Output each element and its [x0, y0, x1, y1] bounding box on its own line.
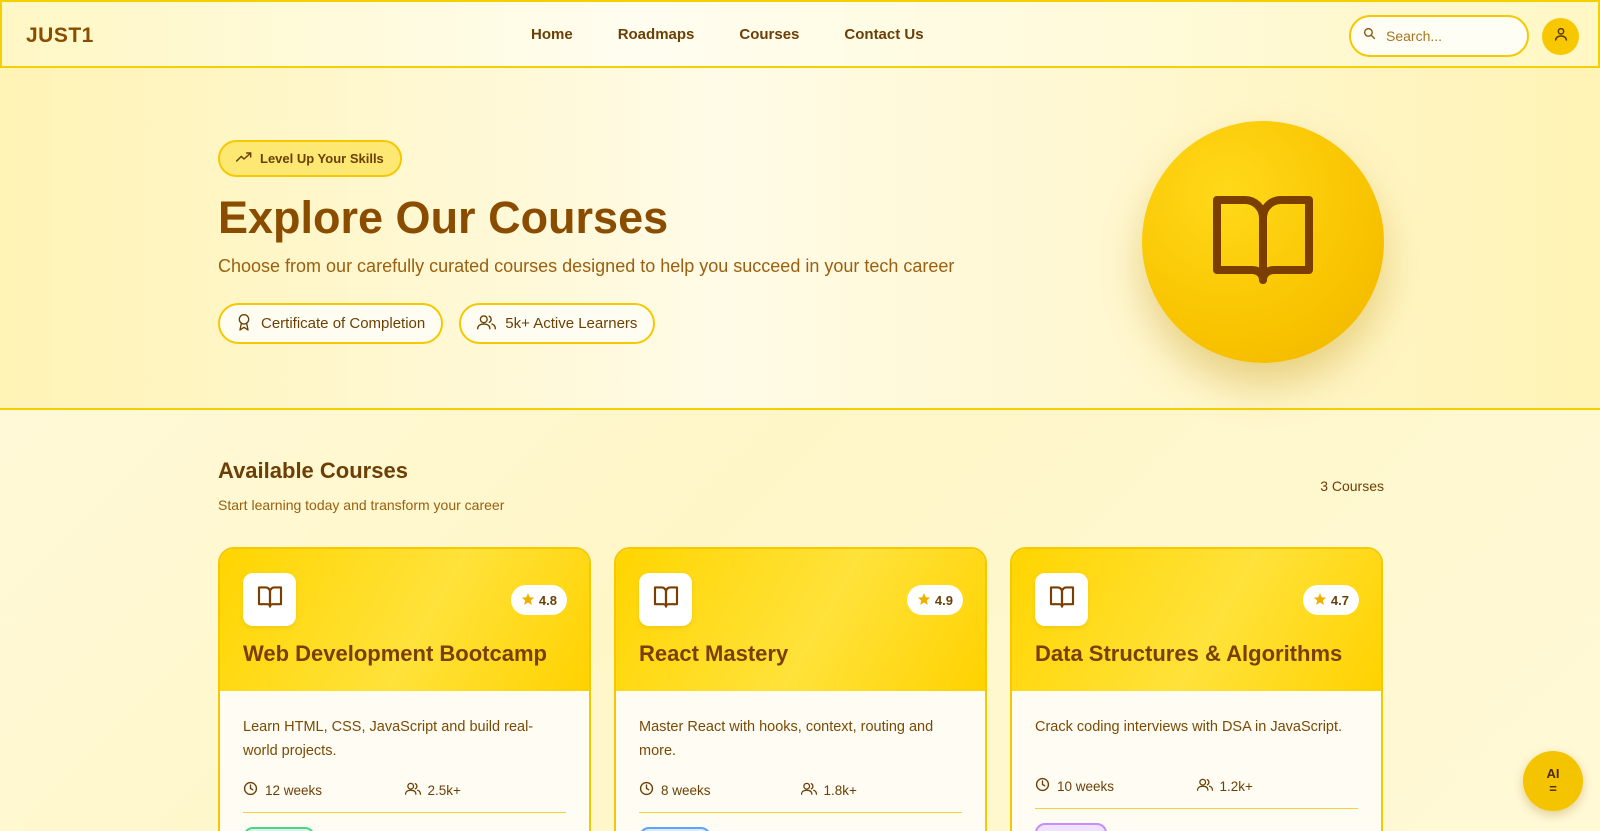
users-icon — [1196, 778, 1220, 794]
learners-count: 1.2k+ — [1219, 778, 1253, 794]
nav-link-roadmaps[interactable]: Roadmaps — [618, 26, 695, 43]
learners-count: 1.8k+ — [823, 782, 857, 798]
course-level-tag — [1035, 823, 1107, 831]
course-duration: 12 weeks — [243, 781, 405, 799]
level-up-pill: Level Up Your Skills — [218, 140, 402, 177]
rating-value: 4.8 — [538, 592, 557, 608]
course-card-header: 4.7 Data Structures & Algorithms — [1012, 549, 1381, 691]
book-icon — [1049, 586, 1075, 613]
duration-label: 10 weeks — [1057, 778, 1115, 794]
course-learners: 1.8k+ — [800, 781, 963, 799]
star-icon — [917, 592, 935, 609]
hero-book-graphic — [1142, 121, 1384, 363]
page-title: Explore Our Courses — [218, 192, 669, 243]
logo[interactable]: JUST1 — [26, 24, 94, 48]
course-card-body: Learn HTML, CSS, JavaScript and build re… — [220, 691, 589, 831]
course-learners: 2.5k+ — [404, 781, 567, 799]
rating-badge: 4.9 — [906, 585, 963, 615]
hero-badges: Certificate of Completion 5k+ Active Lea… — [218, 303, 671, 344]
nav-link-home[interactable]: Home — [531, 26, 573, 43]
course-meta: 12 weeks 2.5k+ — [243, 781, 566, 813]
course-card-header: 4.8 Web Development Bootcamp — [220, 549, 589, 691]
course-title[interactable]: Web Development Bootcamp — [243, 641, 547, 667]
star-icon — [521, 592, 539, 609]
course-description: Master React with hooks, context, routin… — [639, 719, 934, 759]
course-title[interactable]: React Mastery — [639, 641, 788, 667]
course-level-tag — [639, 827, 711, 831]
user-icon — [1553, 26, 1569, 47]
user-avatar-button[interactable] — [1542, 18, 1579, 55]
course-description: Crack coding interviews with DSA in Java… — [1035, 719, 1343, 735]
users-icon — [800, 782, 824, 798]
book-icon — [257, 586, 283, 613]
rating-badge: 4.7 — [1302, 585, 1359, 615]
course-duration: 8 weeks — [639, 781, 801, 799]
course-icon-box — [1035, 573, 1088, 626]
trending-up-icon — [235, 151, 260, 166]
course-card-header: 4.9 React Mastery — [616, 549, 985, 691]
book-icon — [653, 586, 679, 613]
navbar: JUST1 Home Roadmaps Courses Contact Us — [0, 0, 1600, 68]
course-card[interactable]: 4.8 Web Development Bootcamp Learn HTML,… — [218, 547, 591, 831]
learners-count: 2.5k+ — [427, 782, 461, 798]
award-icon — [236, 313, 261, 335]
users-icon — [404, 782, 428, 798]
learners-badge: 5k+ Active Learners — [459, 303, 656, 344]
certificate-label: Certificate of Completion — [261, 315, 426, 332]
course-duration: 10 weeks — [1035, 777, 1197, 795]
duration-label: 8 weeks — [661, 782, 711, 798]
course-title[interactable]: Data Structures & Algorithms — [1035, 641, 1342, 667]
course-learners: 1.2k+ — [1196, 777, 1359, 795]
learners-label: 5k+ Active Learners — [505, 315, 638, 332]
course-meta: 8 weeks 1.8k+ — [639, 781, 962, 813]
hero-section: Level Up Your Skills Explore Our Courses… — [0, 68, 1600, 410]
course-count: 3 Courses — [1320, 478, 1384, 494]
pill-label: Level Up Your Skills — [260, 151, 384, 166]
search-input[interactable] — [1386, 28, 1506, 44]
course-card-body: Master React with hooks, context, routin… — [616, 691, 985, 831]
certificate-badge: Certificate of Completion — [218, 303, 444, 344]
clock-icon — [1035, 777, 1057, 795]
nav-links: Home Roadmaps Courses Contact Us — [531, 26, 969, 43]
ai-label: AI — [1546, 766, 1560, 781]
users-icon — [477, 314, 505, 334]
course-icon-box — [639, 573, 692, 626]
clock-icon — [639, 781, 661, 799]
clock-icon — [243, 781, 265, 799]
course-meta: 10 weeks 1.2k+ — [1035, 777, 1358, 809]
book-open-icon — [1211, 194, 1315, 291]
course-level-tag — [243, 827, 315, 831]
search-box[interactable] — [1349, 15, 1529, 57]
nav-link-contact[interactable]: Contact Us — [844, 26, 923, 43]
page-subtitle: Choose from our carefully curated course… — [218, 256, 955, 276]
ai-sub-label: = — [1549, 781, 1557, 796]
ai-assistant-button[interactable]: AI = — [1523, 751, 1583, 811]
rating-value: 4.9 — [934, 592, 953, 608]
nav-link-courses[interactable]: Courses — [739, 26, 799, 43]
rating-value: 4.7 — [1330, 592, 1349, 608]
section-title: Available Courses — [218, 458, 408, 483]
rating-badge: 4.8 — [510, 585, 567, 615]
course-icon-box — [243, 573, 296, 626]
star-icon — [1313, 592, 1331, 609]
search-icon — [1363, 27, 1376, 45]
course-card-body: Crack coding interviews with DSA in Java… — [1012, 691, 1381, 831]
section-subtitle: Start learning today and transform your … — [218, 497, 505, 513]
course-description: Learn HTML, CSS, JavaScript and build re… — [243, 719, 534, 759]
duration-label: 12 weeks — [265, 782, 323, 798]
course-card[interactable]: 4.7 Data Structures & Algorithms Crack c… — [1010, 547, 1383, 831]
course-card[interactable]: 4.9 React Mastery Master React with hook… — [614, 547, 987, 831]
